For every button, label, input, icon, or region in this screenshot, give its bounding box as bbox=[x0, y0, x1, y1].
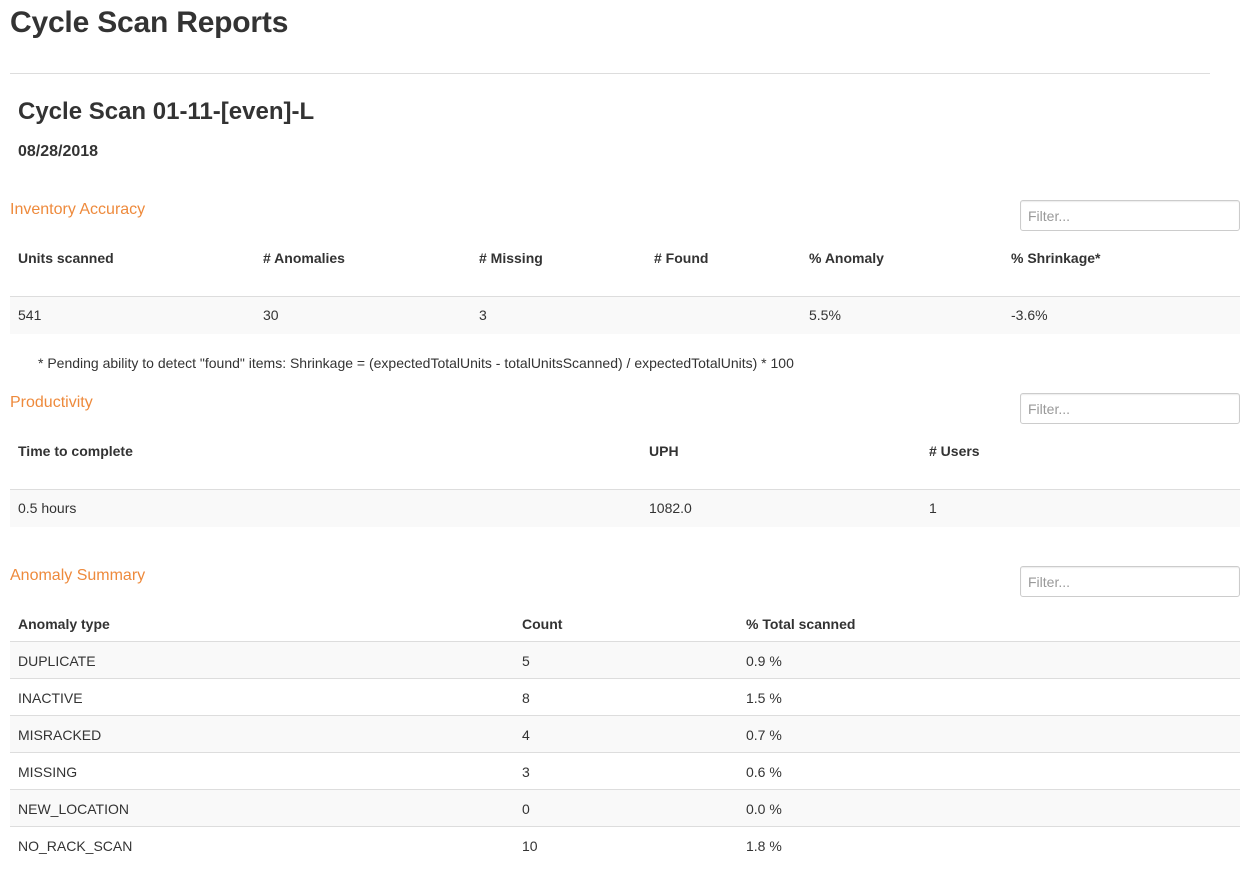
column-header-anomaly-type[interactable]: Anomaly type bbox=[18, 616, 110, 632]
inventory-accuracy-table: Units scanned # Anomalies # Missing # Fo… bbox=[10, 238, 1240, 334]
column-header-total-scanned-percent[interactable]: % Total scanned bbox=[746, 616, 855, 632]
cell-anomaly-type: MISSING bbox=[18, 764, 78, 780]
cell-count: 0 bbox=[522, 801, 530, 817]
header-divider bbox=[10, 73, 1210, 74]
cell-count: 3 bbox=[522, 764, 530, 780]
report-title: Cycle Scan 01-11-[even]-L bbox=[18, 98, 315, 125]
column-header-shrinkage-percent[interactable]: % Shrinkage* bbox=[1011, 250, 1100, 266]
column-header-anomaly-percent[interactable]: % Anomaly bbox=[809, 250, 884, 266]
section-title-anomaly-summary: Anomaly Summary bbox=[10, 567, 146, 584]
cell-total-scanned-percent: 0.9 % bbox=[746, 653, 782, 669]
page-title: Cycle Scan Reports bbox=[10, 6, 289, 39]
column-header-uph[interactable]: UPH bbox=[649, 443, 679, 459]
anomaly-summary-filter-input[interactable] bbox=[1020, 566, 1240, 597]
cell-count: 10 bbox=[522, 838, 538, 854]
cell-missing: 3 bbox=[479, 307, 487, 323]
cell-anomaly-type: INACTIVE bbox=[18, 690, 83, 706]
cell-count: 8 bbox=[522, 690, 530, 706]
column-header-missing[interactable]: # Missing bbox=[479, 250, 543, 266]
cell-total-scanned-percent: 1.5 % bbox=[746, 690, 782, 706]
table-row: MISSING 3 0.6 % bbox=[10, 753, 1240, 790]
shrinkage-footnote: * Pending ability to detect "found" item… bbox=[38, 355, 794, 371]
inventory-accuracy-filter-input[interactable] bbox=[1020, 200, 1240, 231]
column-header-found[interactable]: # Found bbox=[654, 250, 708, 266]
cell-anomaly-type: DUPLICATE bbox=[18, 653, 96, 669]
cell-count: 5 bbox=[522, 653, 530, 669]
column-header-time-to-complete[interactable]: Time to complete bbox=[18, 443, 133, 459]
cell-users: 1 bbox=[929, 500, 937, 516]
cell-units-scanned: 541 bbox=[18, 307, 42, 323]
productivity-filter-input[interactable] bbox=[1020, 393, 1240, 424]
column-header-count[interactable]: Count bbox=[522, 616, 562, 632]
table-header-row: Anomaly type Count % Total scanned bbox=[10, 605, 1240, 642]
table-row: 541 30 3 5.5% -3.6% bbox=[10, 297, 1240, 334]
cell-total-scanned-percent: 0.7 % bbox=[746, 727, 782, 743]
productivity-table: Time to complete UPH # Users 0.5 hours 1… bbox=[10, 431, 1240, 527]
cell-shrinkage-percent: -3.6% bbox=[1011, 307, 1048, 323]
page: Cycle Scan Reports Cycle Scan 01-11-[eve… bbox=[0, 0, 1251, 872]
table-row: INACTIVE 8 1.5 % bbox=[10, 679, 1240, 716]
anomaly-table-body: DUPLICATE 5 0.9 % INACTIVE 8 1.5 % MISRA… bbox=[10, 642, 1240, 864]
cell-anomaly-type: NEW_LOCATION bbox=[18, 801, 129, 817]
section-title-productivity: Productivity bbox=[10, 394, 93, 411]
cell-total-scanned-percent: 0.0 % bbox=[746, 801, 782, 817]
section-title-inventory-accuracy: Inventory Accuracy bbox=[10, 201, 146, 218]
table-row: DUPLICATE 5 0.9 % bbox=[10, 642, 1240, 679]
table-header-row: Time to complete UPH # Users bbox=[10, 431, 1240, 490]
cell-uph: 1082.0 bbox=[649, 500, 692, 516]
cell-total-scanned-percent: 0.6 % bbox=[746, 764, 782, 780]
cell-total-scanned-percent: 1.8 % bbox=[746, 838, 782, 854]
cell-anomaly-percent: 5.5% bbox=[809, 307, 841, 323]
table-row: MISRACKED 4 0.7 % bbox=[10, 716, 1240, 753]
cell-anomaly-type: MISRACKED bbox=[18, 727, 102, 743]
cell-anomaly-type: NO_RACK_SCAN bbox=[18, 838, 133, 854]
table-row: NEW_LOCATION 0 0.0 % bbox=[10, 790, 1240, 827]
anomaly-summary-table: Anomaly type Count % Total scanned DUPLI… bbox=[10, 605, 1240, 864]
cell-count: 4 bbox=[522, 727, 530, 743]
table-header-row: Units scanned # Anomalies # Missing # Fo… bbox=[10, 238, 1240, 297]
column-header-anomalies[interactable]: # Anomalies bbox=[263, 250, 345, 266]
table-row: 0.5 hours 1082.0 1 bbox=[10, 490, 1240, 527]
table-row: NO_RACK_SCAN 10 1.8 % bbox=[10, 827, 1240, 864]
column-header-units-scanned[interactable]: Units scanned bbox=[18, 250, 114, 266]
cell-anomalies: 30 bbox=[263, 307, 279, 323]
report-date: 08/28/2018 bbox=[18, 143, 99, 160]
column-header-users[interactable]: # Users bbox=[929, 443, 980, 459]
cell-time-to-complete: 0.5 hours bbox=[18, 500, 77, 516]
